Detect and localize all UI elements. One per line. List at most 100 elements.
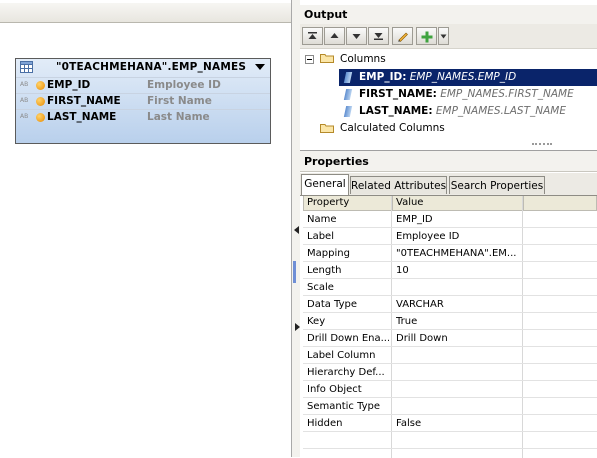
property-value[interactable]: "0TEACHMEHANA".EM... — [396, 245, 520, 262]
column-name: LAST_NAME — [47, 111, 117, 123]
table-row[interactable]: Name EMP_ID — [303, 211, 597, 228]
properties-table: Property Value Name EMP_ID Label Employee … — [303, 196, 597, 458]
tree-item-name: EMP_ID: — [359, 71, 407, 83]
table-node-header[interactable]: "0TEACHMEHANA".EMP_NAMES — [16, 59, 270, 77]
column-name: FIRST_NAME — [47, 95, 121, 107]
table-row[interactable]: Scale — [303, 279, 597, 296]
property-name: Data Type — [307, 299, 358, 310]
column-label: Last Name — [147, 111, 210, 123]
tree-item-mapping: EMP_NAMES.EMP_ID — [409, 71, 517, 83]
tab-general[interactable]: General — [301, 174, 349, 195]
table-row[interactable]: Drill Down Ena... Drill Down — [303, 330, 597, 347]
property-name: Hidden — [307, 418, 343, 429]
tree-item-last-name[interactable]: LAST_NAME: EMP_NAMES.LAST_NAME — [339, 103, 597, 120]
string-type-icon: AB — [20, 97, 29, 104]
property-name: Scale — [307, 282, 334, 293]
table-row[interactable] — [303, 432, 597, 449]
property-name: Name — [307, 214, 337, 225]
output-toolbar — [300, 24, 597, 49]
add-button[interactable] — [416, 27, 437, 45]
property-value[interactable]: True — [396, 313, 520, 330]
move-up-icon — [330, 33, 339, 38]
columns-folder-label[interactable]: Columns — [340, 51, 386, 68]
column-header-value[interactable]: Value — [392, 196, 523, 211]
table-row[interactable]: Mapping "0TEACHMEHANA".EM... — [303, 245, 597, 262]
table-row[interactable]: Info Object — [303, 381, 597, 398]
move-up-button[interactable] — [324, 27, 345, 45]
move-down-icon — [352, 34, 361, 39]
collapse-left-icon[interactable] — [294, 226, 299, 234]
dropdown-icon — [440, 34, 447, 39]
property-value[interactable]: VARCHAR — [396, 296, 520, 313]
table-row[interactable]: Hidden False — [303, 415, 597, 432]
property-name: Hierarchy Def... — [307, 367, 385, 378]
properties-panel: Properties General Related Attributes Se… — [300, 150, 597, 458]
collapse-icon[interactable] — [305, 55, 314, 64]
tree-item-name: LAST_NAME: — [359, 105, 433, 117]
string-type-icon: AB — [20, 81, 29, 88]
move-bottom-button[interactable] — [368, 27, 389, 45]
table-row[interactable]: Semantic Type — [303, 398, 597, 415]
editor-canvas[interactable]: "0TEACHMEHANA".EMP_NAMES AB EMP_ID Emplo… — [0, 0, 291, 457]
tree-item-emp-id[interactable]: EMP_ID: EMP_NAMES.EMP_ID — [339, 69, 597, 86]
resize-handle[interactable] — [532, 143, 552, 148]
column-label: First Name — [147, 95, 212, 107]
column-header-filler — [523, 196, 597, 211]
table-row[interactable]: Key True — [303, 313, 597, 330]
property-value[interactable]: Drill Down — [396, 330, 520, 347]
tab-search-properties[interactable]: Search Properties — [449, 176, 545, 194]
key-icon — [36, 81, 45, 90]
column-icon — [343, 72, 353, 83]
tree-item-mapping: EMP_NAMES.FIRST_NAME — [440, 88, 574, 100]
add-icon — [421, 31, 433, 43]
table-node-column-row[interactable]: AB FIRST_NAME First Name — [16, 93, 270, 110]
property-name: Length — [307, 265, 342, 276]
property-value[interactable]: 10 — [396, 262, 520, 279]
table-node-column-row[interactable]: AB EMP_ID Employee ID — [16, 77, 270, 94]
edit-button[interactable] — [392, 27, 413, 45]
property-name: Label Column — [307, 350, 376, 361]
calculated-columns-folder-label[interactable]: Calculated Columns — [340, 120, 445, 137]
toolbar-dropdown-button[interactable] — [438, 27, 449, 45]
move-down-button[interactable] — [346, 27, 367, 45]
table-row[interactable]: Length 10 — [303, 262, 597, 279]
tree-item-mapping: EMP_NAMES.LAST_NAME — [435, 105, 566, 117]
move-top-icon — [308, 32, 317, 39]
chevron-down-icon[interactable] — [255, 64, 265, 70]
move-bottom-icon — [374, 33, 383, 40]
properties-panel-title: Properties — [300, 151, 597, 172]
tree-item-name: FIRST_NAME: — [359, 88, 437, 100]
column-icon — [343, 106, 353, 117]
table-row[interactable]: Label Column — [303, 347, 597, 364]
editor-header-bar — [0, 3, 291, 23]
property-name: Drill Down Ena... — [307, 333, 389, 344]
property-value[interactable]: False — [396, 415, 520, 432]
table-node-column-row[interactable]: AB LAST_NAME Last Name — [16, 109, 270, 126]
column-label: Employee ID — [147, 79, 221, 91]
property-name: Mapping — [307, 248, 350, 259]
property-name: Key — [307, 316, 326, 327]
property-name: Label — [307, 231, 334, 242]
property-value[interactable]: EMP_ID — [396, 211, 520, 228]
properties-tab-bar: General Related Attributes Search Proper… — [300, 173, 597, 196]
output-panel-title: Output — [300, 5, 597, 24]
tab-related-attributes[interactable]: Related Attributes — [350, 176, 447, 194]
output-panel: Output Columns EMP_ID: EMP_NAMES.EMP_ID … — [300, 0, 597, 150]
table-row[interactable]: Data Type VARCHAR — [303, 296, 597, 313]
table-node[interactable]: "0TEACHMEHANA".EMP_NAMES AB EMP_ID Emplo… — [15, 58, 271, 144]
folder-icon — [320, 124, 334, 133]
table-node-title: "0TEACHMEHANA".EMP_NAMES — [56, 61, 247, 73]
table-row[interactable]: Hierarchy Def... — [303, 364, 597, 381]
key-icon — [36, 97, 45, 106]
tree-item-first-name[interactable]: FIRST_NAME: EMP_NAMES.FIRST_NAME — [339, 86, 597, 103]
output-tree: Columns EMP_ID: EMP_NAMES.EMP_ID FIRST_N… — [300, 49, 597, 144]
key-icon — [36, 113, 45, 122]
property-value[interactable]: Employee ID — [396, 228, 520, 245]
table-row[interactable]: Label Employee ID — [303, 228, 597, 245]
folder-icon — [320, 54, 334, 63]
edit-icon — [398, 32, 408, 42]
move-top-button[interactable] — [302, 27, 323, 45]
column-name: EMP_ID — [47, 79, 91, 91]
column-header-property[interactable]: Property — [303, 196, 392, 211]
column-icon — [343, 89, 353, 100]
